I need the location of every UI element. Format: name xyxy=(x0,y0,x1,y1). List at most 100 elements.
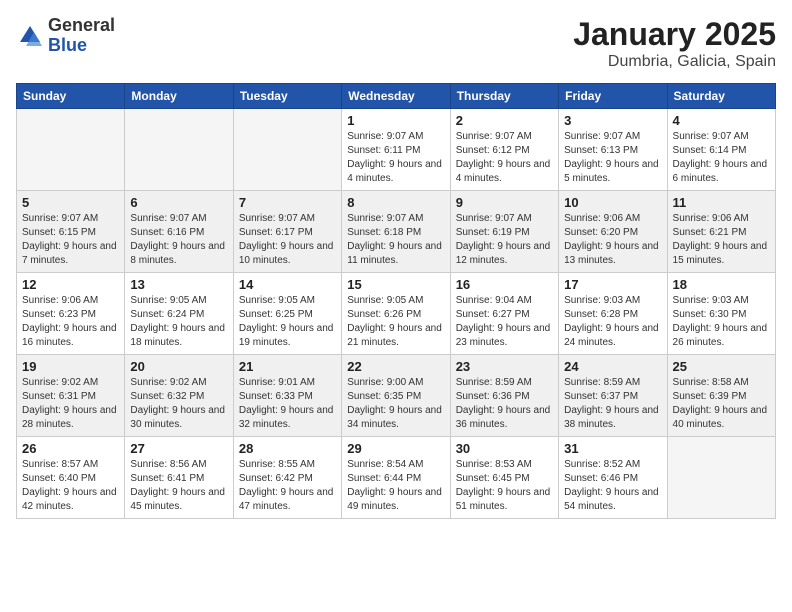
day-info: Sunrise: 9:06 AM Sunset: 6:21 PM Dayligh… xyxy=(673,212,770,268)
day-number: 24 xyxy=(564,359,661,374)
calendar-cell: 10 Sunrise: 9:06 AM Sunset: 6:20 PM Dayli… xyxy=(559,191,667,273)
day-info: Sunrise: 9:07 AM Sunset: 6:16 PM Dayligh… xyxy=(130,212,227,268)
week-row-3: 19Sunrise: 9:02 AM Sunset: 6:31 PM Dayli… xyxy=(17,355,776,437)
weekday-header-monday: Monday xyxy=(125,84,233,109)
calendar-cell: 14 Sunrise: 9:05 AM Sunset: 6:25 PM Dayli… xyxy=(233,273,341,355)
day-number: 29 xyxy=(347,441,444,456)
day-info: Sunrise: 9:02 AM Sunset: 6:32 PM Dayligh… xyxy=(130,376,227,432)
logo: General Blue xyxy=(16,16,115,56)
calendar-cell: 31 Sunrise: 8:52 AM Sunset: 6:46 PM Dayli… xyxy=(559,437,667,519)
calendar-cell: 27 Sunrise: 8:56 AM Sunset: 6:41 PM Dayli… xyxy=(125,437,233,519)
calendar-table: SundayMondayTuesdayWednesdayThursdayFrid… xyxy=(16,83,776,519)
day-number: 22 xyxy=(347,359,444,374)
day-info: Sunrise: 9:07 AM Sunset: 6:17 PM Dayligh… xyxy=(239,212,336,268)
day-number: 1 xyxy=(347,113,444,128)
day-number: 11 xyxy=(673,195,770,210)
calendar-title: January 2025 xyxy=(573,16,776,53)
day-number: 2 xyxy=(456,113,553,128)
day-number: 10 xyxy=(564,195,661,210)
day-number: 31 xyxy=(564,441,661,456)
day-info: Sunrise: 9:05 AM Sunset: 6:25 PM Dayligh… xyxy=(239,294,336,350)
day-number: 12 xyxy=(22,277,119,292)
calendar-cell: 20 Sunrise: 9:02 AM Sunset: 6:32 PM Dayli… xyxy=(125,355,233,437)
day-info: Sunrise: 9:07 AM Sunset: 6:13 PM Dayligh… xyxy=(564,130,661,186)
calendar-cell: 24 Sunrise: 8:59 AM Sunset: 6:37 PM Dayli… xyxy=(559,355,667,437)
day-info: Sunrise: 9:03 AM Sunset: 6:30 PM Dayligh… xyxy=(673,294,770,350)
day-info: Sunrise: 9:07 AM Sunset: 6:15 PM Dayligh… xyxy=(22,212,119,268)
day-info: Sunrise: 9:06 AM Sunset: 6:20 PM Dayligh… xyxy=(564,212,661,268)
calendar-cell: 26Sunrise: 8:57 AM Sunset: 6:40 PM Dayli… xyxy=(17,437,125,519)
day-info: Sunrise: 9:07 AM Sunset: 6:14 PM Dayligh… xyxy=(673,130,770,186)
calendar-cell: 29 Sunrise: 8:54 AM Sunset: 6:44 PM Dayli… xyxy=(342,437,450,519)
calendar-cell: 4 Sunrise: 9:07 AM Sunset: 6:14 PM Daylig… xyxy=(667,109,775,191)
day-number: 17 xyxy=(564,277,661,292)
calendar-cell: 12Sunrise: 9:06 AM Sunset: 6:23 PM Dayli… xyxy=(17,273,125,355)
weekday-header-wednesday: Wednesday xyxy=(342,84,450,109)
day-info: Sunrise: 9:07 AM Sunset: 6:19 PM Dayligh… xyxy=(456,212,553,268)
calendar-cell: 3 Sunrise: 9:07 AM Sunset: 6:13 PM Daylig… xyxy=(559,109,667,191)
calendar-cell: 18 Sunrise: 9:03 AM Sunset: 6:30 PM Dayli… xyxy=(667,273,775,355)
calendar-cell: 25 Sunrise: 8:58 AM Sunset: 6:39 PM Dayli… xyxy=(667,355,775,437)
calendar-cell: 16 Sunrise: 9:04 AM Sunset: 6:27 PM Dayli… xyxy=(450,273,558,355)
logo-text: General Blue xyxy=(48,16,115,56)
calendar-cell: 5 Sunrise: 9:07 AM Sunset: 6:15 PM Daylig… xyxy=(17,191,125,273)
logo-general: General xyxy=(48,15,115,35)
calendar-cell: 19Sunrise: 9:02 AM Sunset: 6:31 PM Dayli… xyxy=(17,355,125,437)
day-info: Sunrise: 9:07 AM Sunset: 6:11 PM Dayligh… xyxy=(347,130,444,186)
day-info: Sunrise: 8:54 AM Sunset: 6:44 PM Dayligh… xyxy=(347,458,444,514)
weekday-header-tuesday: Tuesday xyxy=(233,84,341,109)
logo-blue: Blue xyxy=(48,35,87,55)
day-info: Sunrise: 9:03 AM Sunset: 6:28 PM Dayligh… xyxy=(564,294,661,350)
title-block: January 2025 Dumbria, Galicia, Spain xyxy=(573,16,776,71)
day-number: 26 xyxy=(22,441,119,456)
day-info: Sunrise: 9:07 AM Sunset: 6:12 PM Dayligh… xyxy=(456,130,553,186)
calendar-cell: 21Sunrise: 9:01 AM Sunset: 6:33 PM Dayli… xyxy=(233,355,341,437)
calendar-cell: 28 Sunrise: 8:55 AM Sunset: 6:42 PM Dayli… xyxy=(233,437,341,519)
day-number: 14 xyxy=(239,277,336,292)
day-info: Sunrise: 9:04 AM Sunset: 6:27 PM Dayligh… xyxy=(456,294,553,350)
day-number: 8 xyxy=(347,195,444,210)
day-number: 5 xyxy=(22,195,119,210)
weekday-header-row: SundayMondayTuesdayWednesdayThursdayFrid… xyxy=(17,84,776,109)
day-number: 6 xyxy=(130,195,227,210)
day-info: Sunrise: 9:05 AM Sunset: 6:26 PM Dayligh… xyxy=(347,294,444,350)
calendar-cell: 17 Sunrise: 9:03 AM Sunset: 6:28 PM Dayli… xyxy=(559,273,667,355)
day-number: 18 xyxy=(673,277,770,292)
week-row-1: 5 Sunrise: 9:07 AM Sunset: 6:15 PM Daylig… xyxy=(17,191,776,273)
calendar-cell: 8 Sunrise: 9:07 AM Sunset: 6:18 PM Daylig… xyxy=(342,191,450,273)
day-number: 16 xyxy=(456,277,553,292)
calendar-cell: 23Sunrise: 8:59 AM Sunset: 6:36 PM Dayli… xyxy=(450,355,558,437)
page-header: General Blue January 2025 Dumbria, Galic… xyxy=(16,16,776,71)
weekday-header-sunday: Sunday xyxy=(17,84,125,109)
calendar-cell xyxy=(233,109,341,191)
day-number: 27 xyxy=(130,441,227,456)
day-number: 20 xyxy=(130,359,227,374)
calendar-cell: 2 Sunrise: 9:07 AM Sunset: 6:12 PM Daylig… xyxy=(450,109,558,191)
week-row-2: 12Sunrise: 9:06 AM Sunset: 6:23 PM Dayli… xyxy=(17,273,776,355)
day-info: Sunrise: 8:56 AM Sunset: 6:41 PM Dayligh… xyxy=(130,458,227,514)
week-row-0: 1 Sunrise: 9:07 AM Sunset: 6:11 PM Daylig… xyxy=(17,109,776,191)
day-number: 28 xyxy=(239,441,336,456)
calendar-cell: 1 Sunrise: 9:07 AM Sunset: 6:11 PM Daylig… xyxy=(342,109,450,191)
day-number: 21 xyxy=(239,359,336,374)
calendar-cell: 6 Sunrise: 9:07 AM Sunset: 6:16 PM Daylig… xyxy=(125,191,233,273)
day-number: 19 xyxy=(22,359,119,374)
calendar-cell: 9 Sunrise: 9:07 AM Sunset: 6:19 PM Daylig… xyxy=(450,191,558,273)
day-info: Sunrise: 9:07 AM Sunset: 6:18 PM Dayligh… xyxy=(347,212,444,268)
weekday-header-saturday: Saturday xyxy=(667,84,775,109)
day-number: 3 xyxy=(564,113,661,128)
day-number: 4 xyxy=(673,113,770,128)
day-info: Sunrise: 8:55 AM Sunset: 6:42 PM Dayligh… xyxy=(239,458,336,514)
calendar-cell xyxy=(667,437,775,519)
weekday-header-thursday: Thursday xyxy=(450,84,558,109)
day-number: 25 xyxy=(673,359,770,374)
day-info: Sunrise: 9:00 AM Sunset: 6:35 PM Dayligh… xyxy=(347,376,444,432)
week-row-4: 26Sunrise: 8:57 AM Sunset: 6:40 PM Dayli… xyxy=(17,437,776,519)
day-number: 15 xyxy=(347,277,444,292)
day-info: Sunrise: 8:52 AM Sunset: 6:46 PM Dayligh… xyxy=(564,458,661,514)
day-info: Sunrise: 8:58 AM Sunset: 6:39 PM Dayligh… xyxy=(673,376,770,432)
day-info: Sunrise: 8:59 AM Sunset: 6:37 PM Dayligh… xyxy=(564,376,661,432)
day-info: Sunrise: 8:53 AM Sunset: 6:45 PM Dayligh… xyxy=(456,458,553,514)
day-number: 9 xyxy=(456,195,553,210)
calendar-cell: 15 Sunrise: 9:05 AM Sunset: 6:26 PM Dayli… xyxy=(342,273,450,355)
